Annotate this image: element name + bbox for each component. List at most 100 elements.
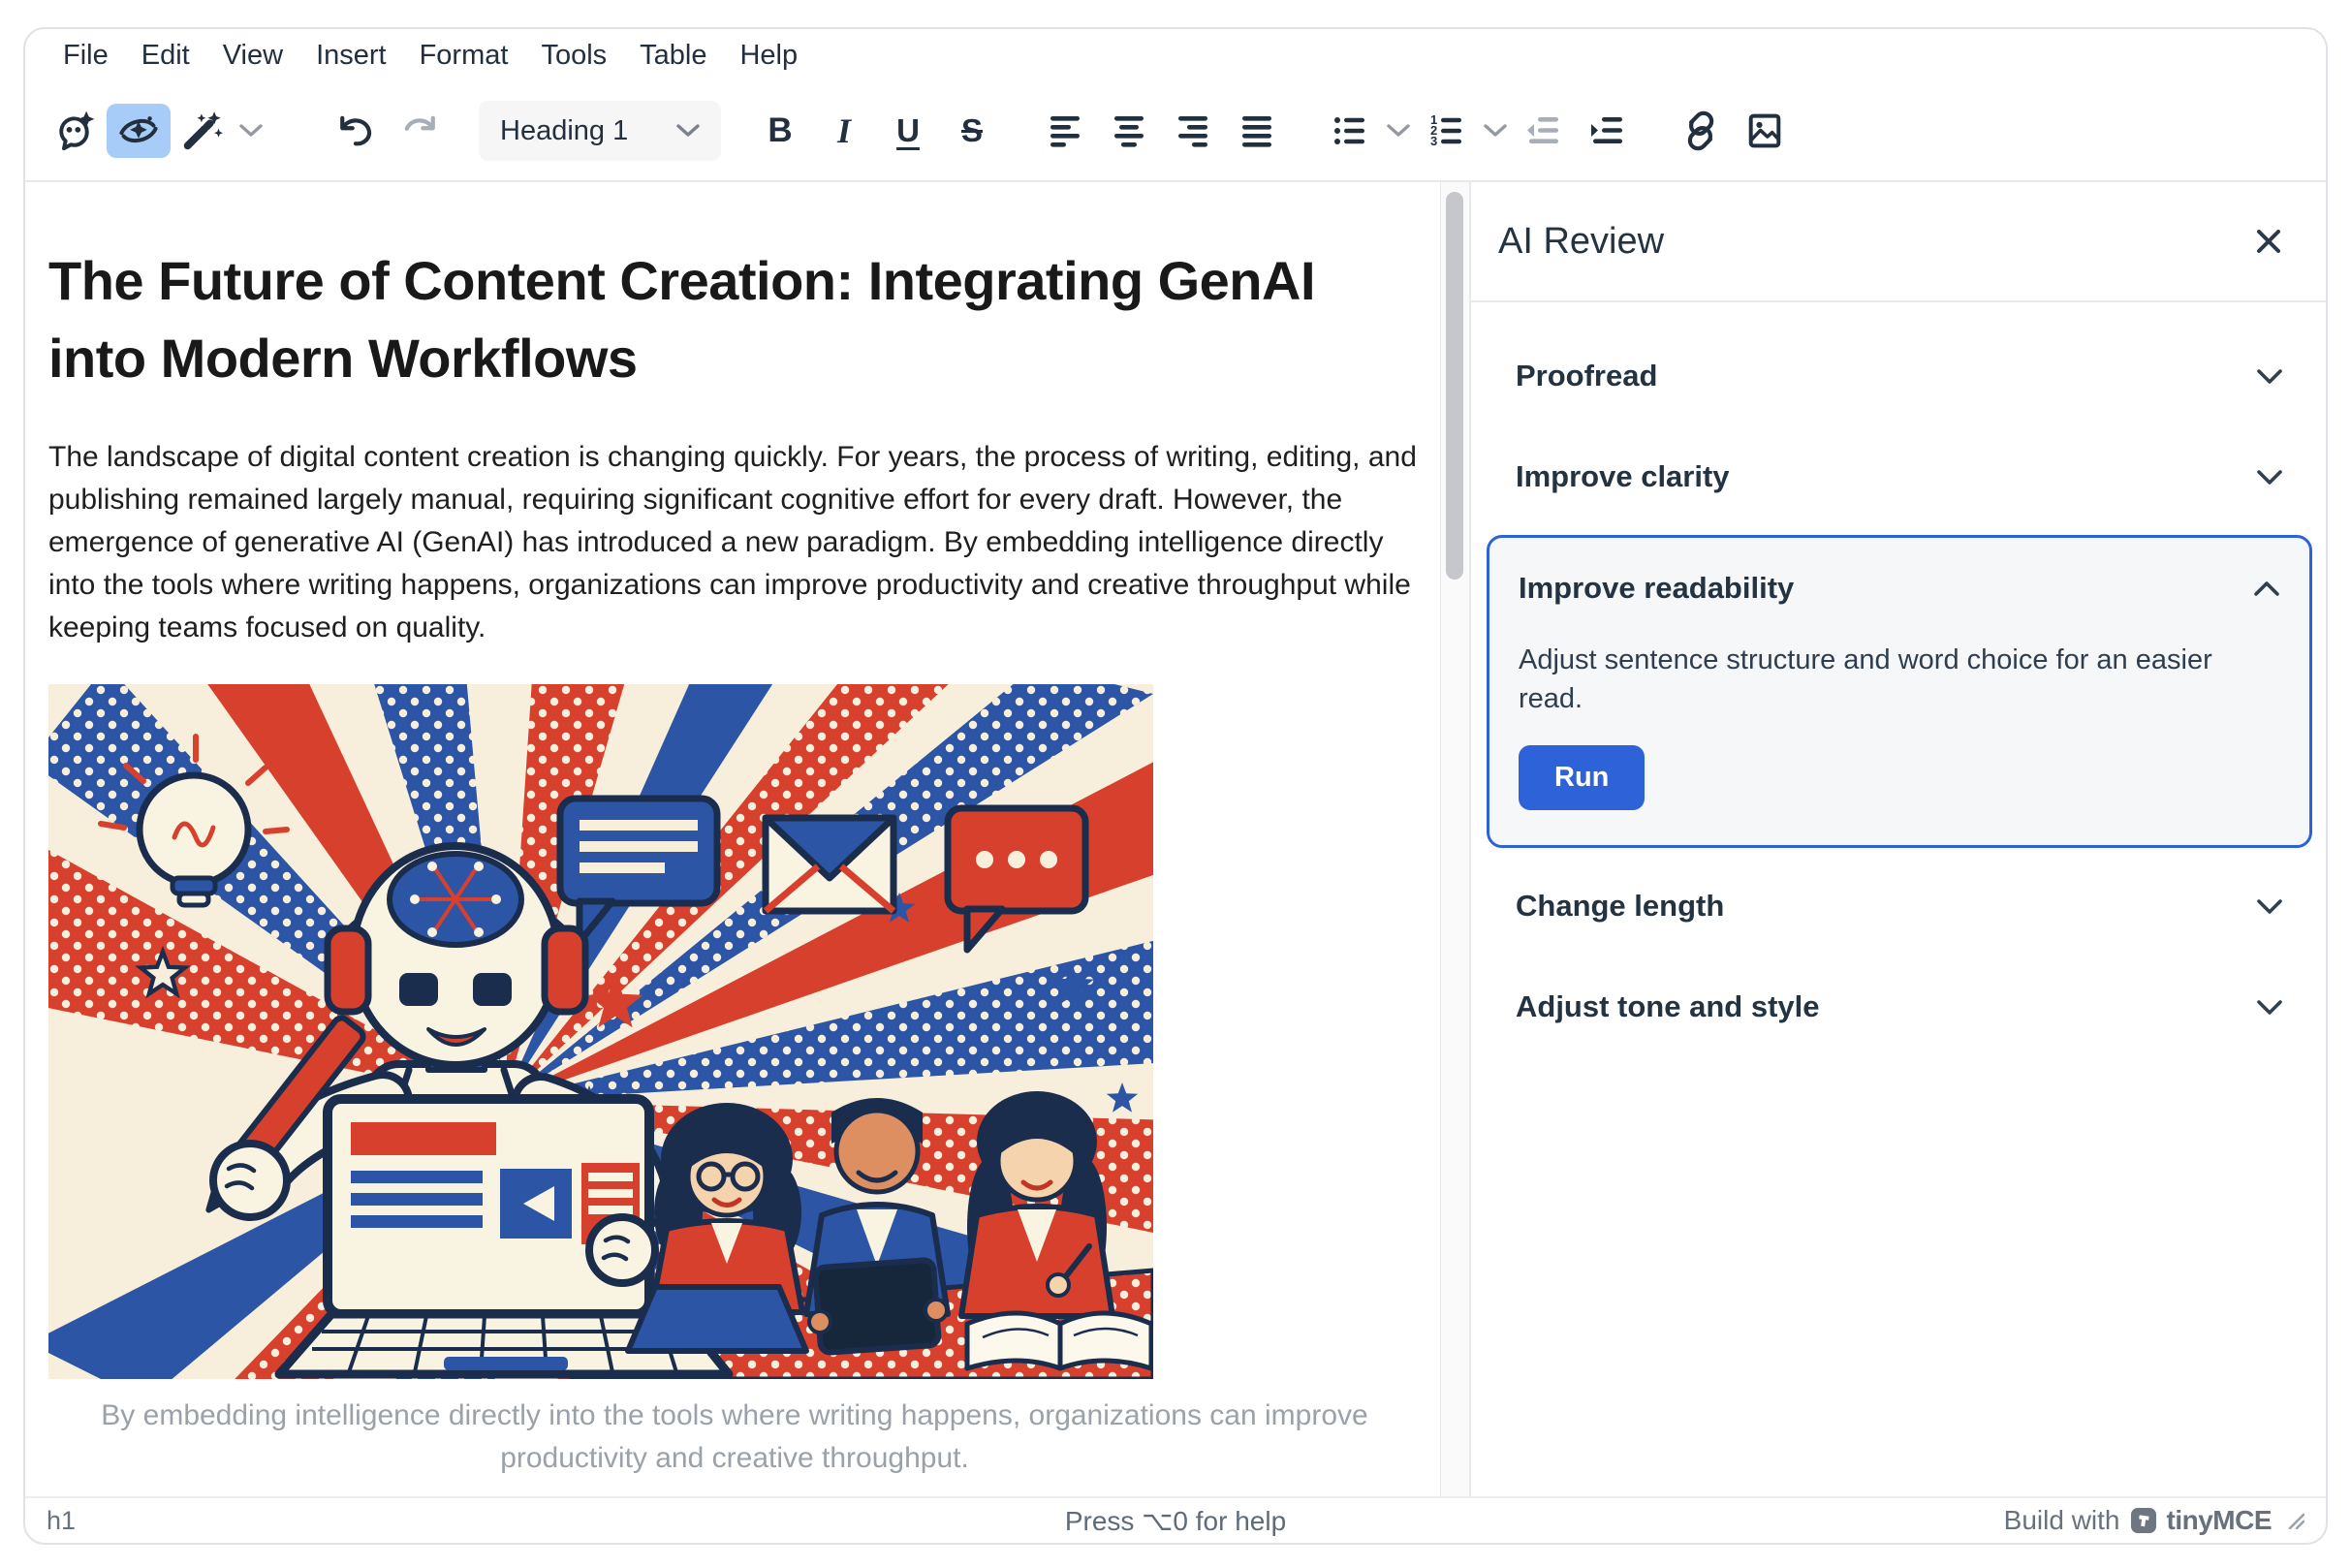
brand-prefix: Build with: [2004, 1505, 2120, 1536]
ai-assistant-icon: [53, 110, 96, 152]
accordion-adjust-tone-style[interactable]: Adjust tone and style: [1487, 956, 2312, 1057]
editor-window: File Edit View Insert Format Tools Table…: [23, 27, 2328, 1545]
document-paragraph: The landscape of digital content creatio…: [48, 436, 1421, 649]
chevron-down-icon: [2256, 999, 2283, 1016]
editor-canvas[interactable]: The Future of Content Creation: Integrat…: [25, 182, 1440, 1496]
strikethrough-button[interactable]: S: [940, 104, 1004, 158]
menu-tools[interactable]: Tools: [524, 34, 623, 78]
chevron-down-icon: [2256, 469, 2283, 486]
redo-button[interactable]: [388, 104, 452, 158]
accordion-label: Improve clarity: [1516, 459, 1730, 494]
panel-title: AI Review: [1498, 221, 1664, 263]
document-heading: The Future of Content Creation: Integrat…: [48, 242, 1421, 397]
format-select-value: Heading 1: [500, 115, 628, 147]
align-left-icon: [1046, 111, 1084, 150]
menu-table[interactable]: Table: [623, 34, 723, 78]
tinymce-logo-icon: [2130, 1507, 2157, 1534]
chevron-down-icon: [239, 124, 263, 138]
magic-wand-icon: [181, 110, 224, 152]
outdent-button[interactable]: [1512, 104, 1576, 158]
accordion-description: Adjust sentence structure and word choic…: [1519, 641, 2280, 718]
undo-button[interactable]: [324, 104, 388, 158]
bullet-list-menu-chevron[interactable]: [1382, 104, 1415, 158]
menu-view[interactable]: View: [206, 34, 299, 78]
numbered-list-icon: 1 2 3: [1427, 111, 1466, 150]
element-path[interactable]: h1: [47, 1506, 76, 1536]
menu-format[interactable]: Format: [403, 34, 525, 78]
menu-help[interactable]: Help: [723, 34, 814, 78]
bold-button[interactable]: B: [748, 104, 812, 158]
menu-insert[interactable]: Insert: [299, 34, 403, 78]
outdent-icon: [1524, 111, 1563, 150]
underline-button[interactable]: U: [876, 104, 940, 158]
editor-scrollbar[interactable]: [1440, 182, 1469, 1496]
close-panel-button[interactable]: [2254, 227, 2283, 256]
accordion-proofread[interactable]: Proofread: [1487, 326, 2312, 426]
chevron-down-icon: [676, 124, 700, 138]
accordion-change-length[interactable]: Change length: [1487, 856, 2312, 956]
ai-review-panel: AI Review Proofread: [1469, 182, 2326, 1496]
accordion-improve-clarity[interactable]: Improve clarity: [1487, 426, 2312, 527]
accordion-label: Improve readability: [1519, 571, 1794, 606]
accordion-label: Change length: [1516, 889, 1724, 924]
brand-name: tinyMCE: [2167, 1505, 2273, 1536]
article-illustration: [48, 684, 1153, 1379]
chevron-down-icon: [1387, 124, 1410, 138]
chevron-down-icon: [2256, 898, 2283, 915]
chevron-down-icon: [2256, 368, 2283, 385]
link-button[interactable]: [1669, 104, 1733, 158]
ai-shortcuts-menu-chevron[interactable]: [235, 104, 267, 158]
run-button[interactable]: Run: [1519, 745, 1645, 810]
ai-review-icon: [117, 110, 160, 152]
accordion-label: Proofread: [1516, 359, 1657, 393]
chevron-up-icon: [2253, 580, 2280, 597]
strikethrough-icon: S: [961, 112, 983, 149]
panel-body: Proofread Improve clarity Improve readab…: [1471, 302, 2326, 1057]
ai-assistant-button[interactable]: [43, 104, 107, 158]
brand-link[interactable]: Build with tinyMCE: [2004, 1505, 2272, 1536]
align-left-button[interactable]: [1033, 104, 1097, 158]
ai-shortcuts-button[interactable]: [171, 104, 235, 158]
image-icon: [1743, 110, 1786, 152]
align-center-icon: [1110, 111, 1148, 150]
numbered-list-button[interactable]: 1 2 3: [1415, 104, 1479, 158]
align-right-icon: [1174, 111, 1212, 150]
bullet-list-button[interactable]: [1318, 104, 1382, 158]
italic-icon: I: [837, 110, 851, 151]
resize-grip[interactable]: [2287, 1512, 2304, 1529]
scrollbar-thumb[interactable]: [1446, 192, 1463, 580]
image-button[interactable]: [1733, 104, 1797, 158]
menubar: File Edit View Insert Format Tools Table…: [25, 29, 2326, 81]
chevron-down-icon: [1484, 124, 1507, 138]
bullet-list-icon: [1331, 111, 1369, 150]
bold-icon: B: [768, 111, 792, 150]
menu-file[interactable]: File: [47, 34, 125, 78]
align-justify-button[interactable]: [1225, 104, 1289, 158]
align-center-button[interactable]: [1097, 104, 1161, 158]
accordion-improve-readability-card: Improve readability Adjust sentence stru…: [1487, 535, 2312, 848]
align-right-button[interactable]: [1161, 104, 1225, 158]
document-figure[interactable]: By embedding intelligence directly into …: [48, 684, 1421, 1480]
numbered-list-menu-chevron[interactable]: [1479, 104, 1512, 158]
help-hint: Press ⌥0 for help: [1065, 1505, 1286, 1537]
underline-icon: U: [896, 112, 920, 149]
indent-icon: [1588, 111, 1627, 150]
format-select[interactable]: Heading 1: [479, 101, 721, 161]
svg-text:3: 3: [1430, 134, 1437, 148]
redo-icon: [398, 110, 441, 152]
accordion-label: Adjust tone and style: [1516, 989, 1819, 1024]
align-justify-icon: [1238, 111, 1276, 150]
statusbar: h1 Press ⌥0 for help Build with tinyMCE: [25, 1496, 2326, 1543]
main-area: The Future of Content Creation: Integrat…: [25, 182, 2326, 1496]
close-icon: [2254, 227, 2283, 256]
italic-button[interactable]: I: [812, 104, 876, 158]
accordion-improve-readability[interactable]: Improve readability: [1519, 538, 2280, 639]
panel-header: AI Review: [1471, 182, 2326, 302]
link-icon: [1679, 110, 1722, 152]
menu-edit[interactable]: Edit: [125, 34, 206, 78]
figure-caption: By embedding intelligence directly into …: [100, 1395, 1369, 1480]
undo-icon: [334, 110, 377, 152]
ai-review-button[interactable]: [107, 104, 171, 158]
toolbar: Heading 1 B I U S: [25, 81, 2326, 182]
indent-button[interactable]: [1576, 104, 1640, 158]
